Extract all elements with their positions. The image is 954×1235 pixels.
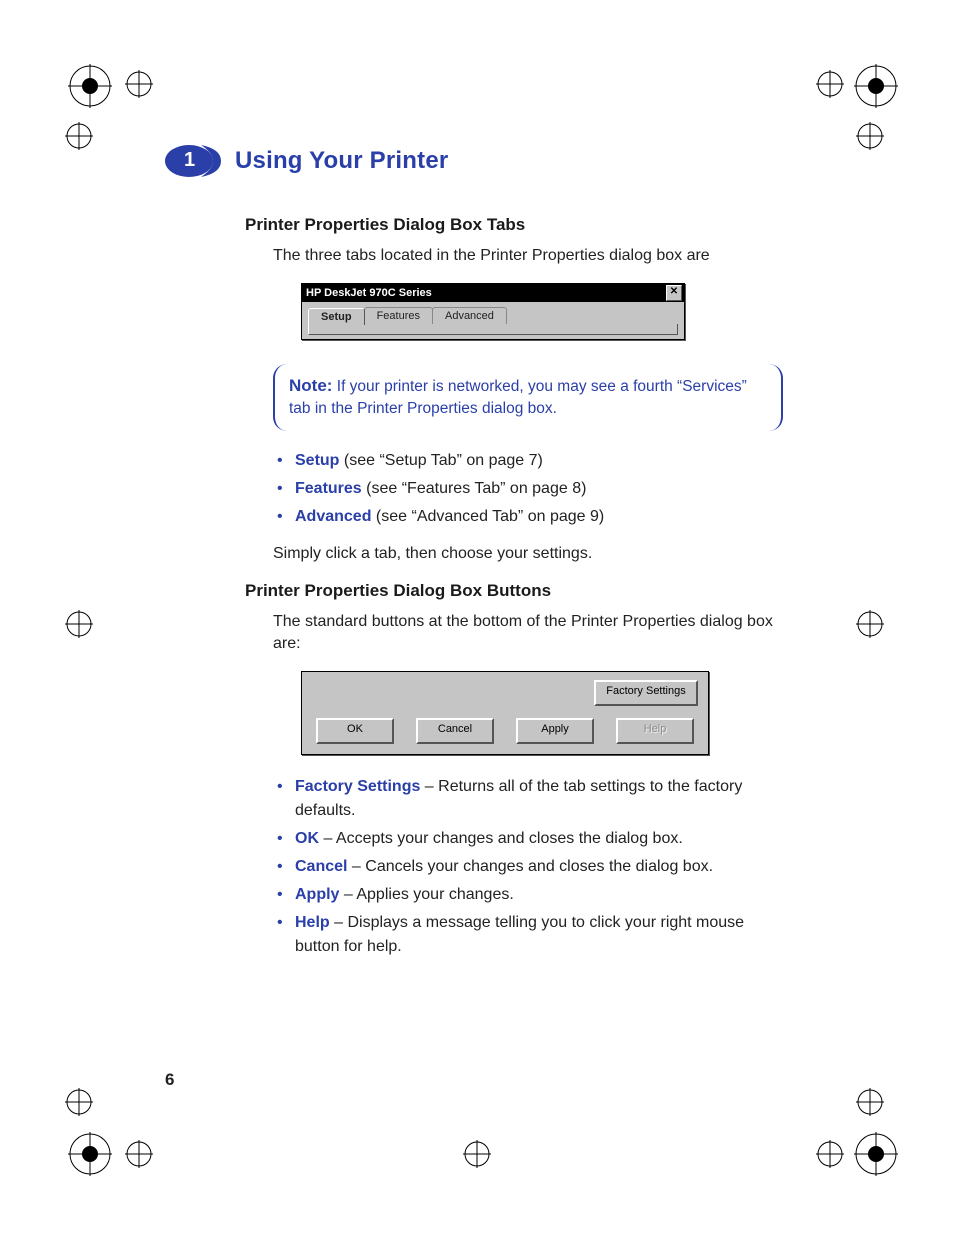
chapter-title: Using Your Printer — [235, 147, 448, 175]
list-rest: – Accepts your changes and closes the di… — [319, 830, 683, 847]
registration-mark-icon — [856, 610, 884, 638]
note-callout: Note: If your printer is networked, you … — [273, 364, 783, 431]
chapter-badge: 1 — [165, 145, 221, 177]
help-button[interactable]: Help — [616, 718, 694, 744]
page-number: 6 — [165, 1070, 174, 1090]
note-text: If your printer is networked, you may se… — [289, 378, 747, 416]
list-item: Advanced (see “Advanced Tab” on page 9) — [273, 505, 783, 529]
buttons-row-1: Factory Settings — [312, 680, 698, 706]
factory-settings-button[interactable]: Factory Settings — [594, 680, 698, 706]
term: Help — [295, 914, 330, 931]
buttons-row-2: OK Cancel Apply Help — [312, 718, 698, 744]
registration-mark-icon — [68, 64, 112, 108]
section-heading-tabs: Printer Properties Dialog Box Tabs — [245, 215, 805, 235]
list-item: OK – Accepts your changes and closes the… — [273, 827, 783, 851]
term: Advanced — [295, 508, 371, 525]
list-item: Cancel – Cancels your changes and closes… — [273, 855, 783, 879]
apply-button[interactable]: Apply — [516, 718, 594, 744]
note-label: Note: — [289, 376, 332, 395]
registration-mark-icon — [856, 122, 884, 150]
list-rest: – Displays a message telling you to clic… — [295, 914, 744, 955]
dialog-body-strip — [308, 324, 678, 335]
term: Cancel — [295, 858, 347, 875]
dialog-tab-setup[interactable]: Setup — [308, 308, 365, 325]
dialog-title: HP DeskJet 970C Series — [306, 287, 432, 299]
close-icon[interactable]: ✕ — [666, 285, 682, 301]
registration-mark-icon — [816, 1140, 844, 1168]
registration-mark-icon — [65, 122, 93, 150]
list-rest: (see “Setup Tab” on page 7) — [339, 452, 542, 469]
buttons-figure: Factory Settings OK Cancel Apply Help — [301, 671, 709, 755]
list-item: Help – Displays a message telling you to… — [273, 911, 783, 959]
list-rest: – Cancels your changes and closes the di… — [347, 858, 713, 875]
registration-mark-icon — [856, 1088, 884, 1116]
registration-mark-icon — [854, 1132, 898, 1176]
dialog-titlebar: HP DeskJet 970C Series ✕ — [302, 284, 684, 302]
page-content: 1 Using Your Printer Printer Properties … — [165, 145, 805, 973]
term: Setup — [295, 452, 339, 469]
registration-mark-icon — [65, 1088, 93, 1116]
ok-button[interactable]: OK — [316, 718, 394, 744]
section-buttons-body: The standard buttons at the bottom of th… — [273, 611, 783, 959]
section-heading-buttons: Printer Properties Dialog Box Buttons — [245, 581, 805, 601]
registration-mark-icon — [125, 1140, 153, 1168]
tabs-closing: Simply click a tab, then choose your set… — [273, 543, 783, 565]
chapter-heading: 1 Using Your Printer — [165, 145, 805, 177]
section-tabs-body: The three tabs located in the Printer Pr… — [273, 245, 783, 565]
cancel-button[interactable]: Cancel — [416, 718, 494, 744]
dialog-figure: HP DeskJet 970C Series ✕ Setup Features … — [301, 283, 685, 340]
registration-mark-icon — [854, 64, 898, 108]
list-item: Features (see “Features Tab” on page 8) — [273, 477, 783, 501]
registration-mark-icon — [463, 1140, 491, 1168]
list-rest: (see “Features Tab” on page 8) — [362, 480, 587, 497]
buttons-intro: The standard buttons at the bottom of th… — [273, 611, 783, 655]
list-item: Setup (see “Setup Tab” on page 7) — [273, 449, 783, 473]
dialog-tab-advanced[interactable]: Advanced — [432, 307, 507, 324]
term: OK — [295, 830, 319, 847]
buttons-bullet-list: Factory Settings – Returns all of the ta… — [273, 775, 783, 959]
dialog-tab-features[interactable]: Features — [364, 307, 433, 324]
list-item: Factory Settings – Returns all of the ta… — [273, 775, 783, 823]
registration-mark-icon — [816, 70, 844, 98]
registration-mark-icon — [65, 610, 93, 638]
tabs-intro: The three tabs located in the Printer Pr… — [273, 245, 783, 267]
list-rest: (see “Advanced Tab” on page 9) — [371, 508, 604, 525]
tabs-bullet-list: Setup (see “Setup Tab” on page 7) Featur… — [273, 449, 783, 529]
list-rest: – Applies your changes. — [339, 886, 513, 903]
registration-mark-icon — [68, 1132, 112, 1176]
term: Apply — [295, 886, 339, 903]
registration-mark-icon — [125, 70, 153, 98]
dialog-tabs-row: Setup Features Advanced — [302, 302, 684, 324]
list-item: Apply – Applies your changes. — [273, 883, 783, 907]
term: Factory Settings — [295, 778, 420, 795]
term: Features — [295, 480, 362, 497]
chapter-number: 1 — [184, 149, 195, 172]
